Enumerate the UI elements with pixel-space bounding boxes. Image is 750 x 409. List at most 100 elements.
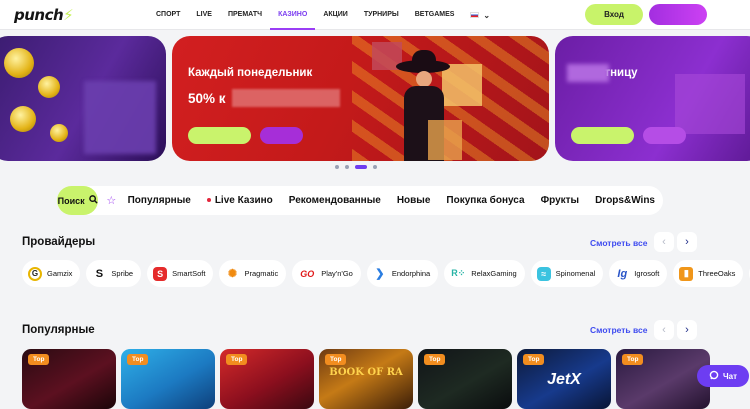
provider-spinomenal[interactable]: ≈ Spinomenal [530,260,604,287]
nav-promotions[interactable]: АКЦИИ [315,0,356,30]
game-card[interactable]: Top BOOK OF RA [319,349,413,409]
nav-betgames[interactable]: BETGAMES [407,0,463,30]
chat-button[interactable]: Чат [697,365,749,387]
provider-label: RelaxGaming [471,269,517,278]
category-live-casino[interactable]: Live Казино [199,195,281,206]
category-bonus-buy[interactable]: Покупка бонуса [438,195,532,206]
category-popular[interactable]: Популярные [120,195,199,206]
provider-spribe[interactable]: S Spribe [86,260,142,287]
category-fruits[interactable]: Фрукты [533,195,588,206]
logo[interactable]: punch⚡ [14,6,74,24]
spribe-logo-icon: S [95,267,104,280]
threeoaks-logo-icon: ▮ [679,266,694,281]
game-card[interactable]: Top [418,349,512,409]
playngo-logo-icon: GO [300,268,315,279]
spinomenal-logo-icon: ≈ [536,266,551,281]
category-label: Live Казино [214,195,273,206]
nav-sport[interactable]: СПОРТ [148,0,188,30]
nav-casino[interactable]: КАЗИНО [270,0,316,30]
nav-tournaments[interactable]: ТУРНИРЫ [356,0,407,30]
promo-banner-current[interactable]: Каждый понедельник 50% к [172,36,549,161]
provider-label: Spribe [111,269,134,278]
top-badge: Top [226,354,248,365]
provider-label: Pragmatic [244,269,279,278]
banner-offer-text: 50% к [188,91,226,106]
game-card[interactable]: Top [121,349,215,409]
game-card[interactable]: Top [220,349,314,409]
promo-banner-next[interactable]: ...о пятницу [555,36,750,161]
provider-threeoaks[interactable]: ▮ ThreeOaks [673,260,744,287]
smartsoft-logo-icon: S [153,266,168,281]
pragmatic-logo-icon: ✺ [227,268,238,280]
game-card[interactable]: Top JetX [517,349,611,409]
banner-title: Каждый понедельник [188,67,313,79]
provider-gamzix[interactable]: G Gamzix [22,260,81,287]
banner-secondary-button[interactable] [643,127,686,144]
chevron-down-icon: ⌄ [483,11,491,20]
banner-primary-button[interactable] [571,127,634,144]
top-badge: Top [523,354,545,365]
blurred-area [567,64,609,82]
provider-label: Play'n'Go [321,269,353,278]
provider-smartsoft[interactable]: S SmartSoft [147,260,214,287]
category-new[interactable]: Новые [389,195,439,206]
banner-secondary-button[interactable] [260,127,303,144]
game-label: JetX [547,371,581,388]
providers-prev-arrow-icon[interactable]: ‹ [654,232,674,252]
popular-games-list: Top Top Top Top BOOK OF RA Top Top JetX To… [22,349,710,409]
carousel-dots [335,165,377,169]
game-label: BOOK OF RA [329,367,403,378]
category-bar: Поиск ☆ Популярные Live Казино Рекомендо… [57,186,663,215]
providers-list: G Gamzix S Spribe S SmartSoft ✺ Pragmatic GO… [22,260,750,287]
provider-endorphina[interactable]: ❯ Endorphina [366,260,439,287]
popular-title: Популярные [22,324,95,336]
register-button[interactable] [649,4,707,25]
provider-label: SmartSoft [172,269,206,278]
carousel-dot[interactable] [335,165,339,169]
live-indicator-icon [206,198,211,203]
top-badge: Top [28,354,50,365]
popular-next-arrow-icon[interactable]: › [677,320,697,340]
main-nav: СПОРТ LIVE ПРЕМАТЧ КАЗИНО АКЦИИ ТУРНИРЫ … [148,0,498,30]
carousel-dot[interactable] [373,165,377,169]
search-button[interactable]: Поиск [57,186,99,215]
coin-graphic [50,124,68,142]
blurred-area [84,81,156,154]
provider-igrosoft[interactable]: Ig Igrosoft [609,260,668,287]
russia-flag-icon [470,12,480,18]
provider-label: Igrosoft [634,269,660,278]
provider-label: Spinomenal [555,269,596,278]
search-icon [88,195,98,206]
chat-bubble-icon [709,370,719,382]
carousel-dot-active[interactable] [355,165,367,169]
top-bar: punch⚡ СПОРТ LIVE ПРЕМАТЧ КАЗИНО АКЦИИ Т… [0,0,750,30]
popular-prev-arrow-icon[interactable]: ‹ [654,320,674,340]
search-label: Поиск [57,195,85,206]
carousel-dot[interactable] [345,165,349,169]
blurred-area [675,74,745,134]
endorphina-logo-icon: ❯ [375,268,385,280]
banner-primary-button[interactable] [188,127,251,144]
providers-next-arrow-icon[interactable]: › [677,232,697,252]
top-badge: Top [424,354,446,365]
language-selector[interactable]: ⌄ [462,0,498,30]
provider-label: Endorphina [391,269,431,278]
popular-see-all-link[interactable]: Смотреть все [590,325,647,335]
category-recommended[interactable]: Рекомендованные [281,195,389,206]
providers-see-all-link[interactable]: Смотреть все [590,238,647,248]
nav-prematch[interactable]: ПРЕМАТЧ [220,0,270,30]
top-badge: Top [325,354,347,365]
provider-pragmatic[interactable]: ✺ Pragmatic [219,260,287,287]
game-card[interactable]: Top [22,349,116,409]
login-button[interactable]: Вход [585,4,643,25]
coin-graphic [10,106,36,132]
game-card[interactable]: Top [616,349,710,409]
favorites-star-icon[interactable]: ☆ [106,194,119,207]
promo-banner-prev[interactable] [0,36,166,161]
providers-title: Провайдеры [22,236,96,248]
provider-relaxgaming[interactable]: R⁘ RelaxGaming [444,260,525,287]
provider-label: Gamzix [47,269,73,278]
category-drops-wins[interactable]: Drops&Wins [587,195,663,206]
provider-playngo[interactable]: GO Play'n'Go [292,260,361,287]
nav-live[interactable]: LIVE [188,0,220,30]
